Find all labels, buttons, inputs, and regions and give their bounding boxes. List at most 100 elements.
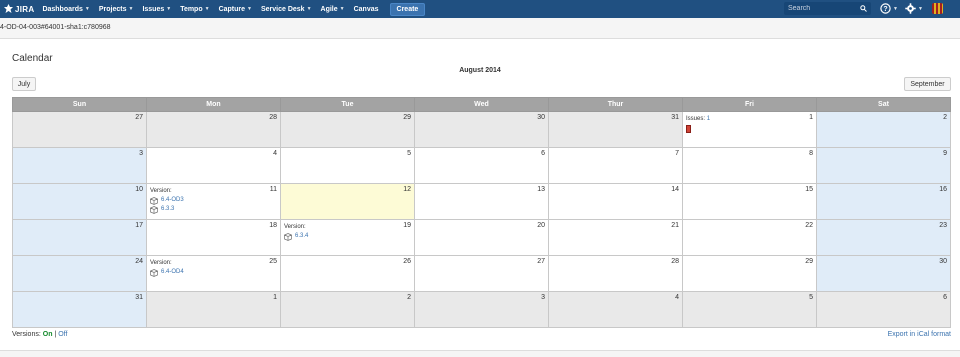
day-cell[interactable]: 20 [414,219,549,256]
day-number: 23 [939,222,947,229]
day-number: 19 [403,222,411,229]
day-cell[interactable]: 2 [280,291,415,328]
day-cell[interactable]: 3 [414,291,549,328]
day-cell[interactable]: 5 [682,291,817,328]
day-cell[interactable]: 29 [682,255,817,292]
calendar-grid: Sun Mon Tue Wed Thur Fri Sat 27 28 29 30… [12,97,951,328]
day-cell[interactable]: 4 [146,147,281,184]
previous-month-button[interactable]: July [12,77,36,91]
day-cell[interactable]: 6 [414,147,549,184]
day-cell[interactable]: 5 [280,147,415,184]
day-number: 5 [809,294,813,301]
nav-agile[interactable]: Agile ▼ [321,6,345,13]
create-button[interactable]: Create [389,2,426,16]
day-cell[interactable]: 31 [548,111,683,148]
version-link[interactable]: 6.4-OD4 [161,268,184,277]
day-number: 31 [135,294,143,301]
nav-capture[interactable]: Capture ▼ [219,6,252,13]
jira-logo[interactable]: JIRA [4,3,34,15]
version-link[interactable]: 6.3.3 [161,205,174,214]
day-cell[interactable]: 9 [816,147,951,184]
help-icon: ? [880,3,891,14]
day-cell[interactable]: 19 Version: 6.3.4 [280,219,415,256]
day-number: 3 [541,294,545,301]
help-menu[interactable]: ? ▼ [880,3,898,14]
next-month-button[interactable]: September [904,77,951,91]
version-package-icon [284,232,292,241]
day-cell[interactable]: 21 [548,219,683,256]
bug-issue-icon[interactable] [686,125,691,133]
admin-menu[interactable]: ▼ [905,3,923,14]
breadcrumb: 4-OD-04-003#64001-sha1:c780968 [0,24,111,31]
day-cell[interactable]: 4 [548,291,683,328]
day-cell[interactable]: 17 [12,219,147,256]
weekday-header: Thur [548,97,683,112]
version-item: 6.3.4 [284,232,308,241]
weekday-header: Mon [146,97,281,112]
day-cell[interactable]: 29 [280,111,415,148]
day-cell[interactable]: 27 [414,255,549,292]
day-number: 10 [135,186,143,193]
day-cell[interactable]: 7 [548,147,683,184]
day-cell[interactable]: 25 Version: 6.4-OD4 [146,255,281,292]
day-cell[interactable]: 13 [414,183,549,220]
week-row: 31 1 2 3 4 5 6 [12,291,951,328]
chevron-down-icon: ▼ [166,6,172,12]
week-row: 27 28 29 30 31 1 Issues: 1 2 [12,111,951,148]
day-number: 14 [671,186,679,193]
day-cell[interactable]: 14 [548,183,683,220]
version-link[interactable]: 6.4-OD3 [161,196,184,205]
day-number: 28 [269,114,277,121]
day-cell[interactable]: 8 [682,147,817,184]
day-cell[interactable]: 27 [12,111,147,148]
day-number: 28 [671,258,679,265]
day-number: 24 [135,258,143,265]
week-row: 10 11 Version: 6.4-OD3 6.3.3 12 13 14 15… [12,183,951,220]
day-cell[interactable]: 11 Version: 6.4-OD3 6.3.3 [146,183,281,220]
day-cell[interactable]: 10 [12,183,147,220]
day-cell[interactable]: 16 [816,183,951,220]
nav-issues[interactable]: Issues ▼ [142,6,171,13]
version-link[interactable]: 6.3.4 [295,232,308,241]
versions-on-link[interactable]: On [43,331,53,338]
day-cell[interactable]: 22 [682,219,817,256]
day-cell[interactable]: 1 Issues: 1 [682,111,817,148]
day-number: 12 [403,186,411,193]
day-cell[interactable]: 3 [12,147,147,184]
weekday-header: Fri [682,97,817,112]
day-cell[interactable]: 6 [816,291,951,328]
chevron-down-icon: ▼ [339,6,345,12]
day-cell[interactable]: 31 [12,291,147,328]
day-number: 29 [805,258,813,265]
export-ical-link[interactable]: Export in iCal format [888,331,951,338]
search-input[interactable] [788,5,858,12]
day-cell[interactable]: 28 [146,111,281,148]
nav-projects[interactable]: Projects ▼ [99,6,134,13]
chevron-down-icon: ▼ [204,6,210,12]
day-cell[interactable]: 30 [414,111,549,148]
day-cell[interactable]: 15 [682,183,817,220]
day-cell-today[interactable]: 12 [280,183,415,220]
nav-service-desk[interactable]: Service Desk ▼ [261,6,312,13]
day-cell[interactable]: 2 [816,111,951,148]
user-avatar[interactable] [932,3,943,14]
search-icon[interactable] [860,5,867,12]
day-number: 29 [403,114,411,121]
nav-tempo[interactable]: Tempo ▼ [180,6,209,13]
day-cell[interactable]: 26 [280,255,415,292]
day-cell[interactable]: 28 [548,255,683,292]
versions-separator: | [54,331,57,338]
version-label: Version: [150,260,172,266]
nav-canvas[interactable]: Canvas [354,6,379,13]
day-cell[interactable]: 30 [816,255,951,292]
day-number: 21 [671,222,679,229]
day-cell[interactable]: 1 [146,291,281,328]
day-cell[interactable]: 24 [12,255,147,292]
day-number: 30 [537,114,545,121]
day-cell[interactable]: 18 [146,219,281,256]
day-number: 4 [273,150,277,157]
versions-off-link[interactable]: Off [58,331,67,338]
issues-count-link[interactable]: 1 [707,116,710,122]
day-cell[interactable]: 23 [816,219,951,256]
nav-dashboards[interactable]: Dashboards ▼ [42,6,89,13]
